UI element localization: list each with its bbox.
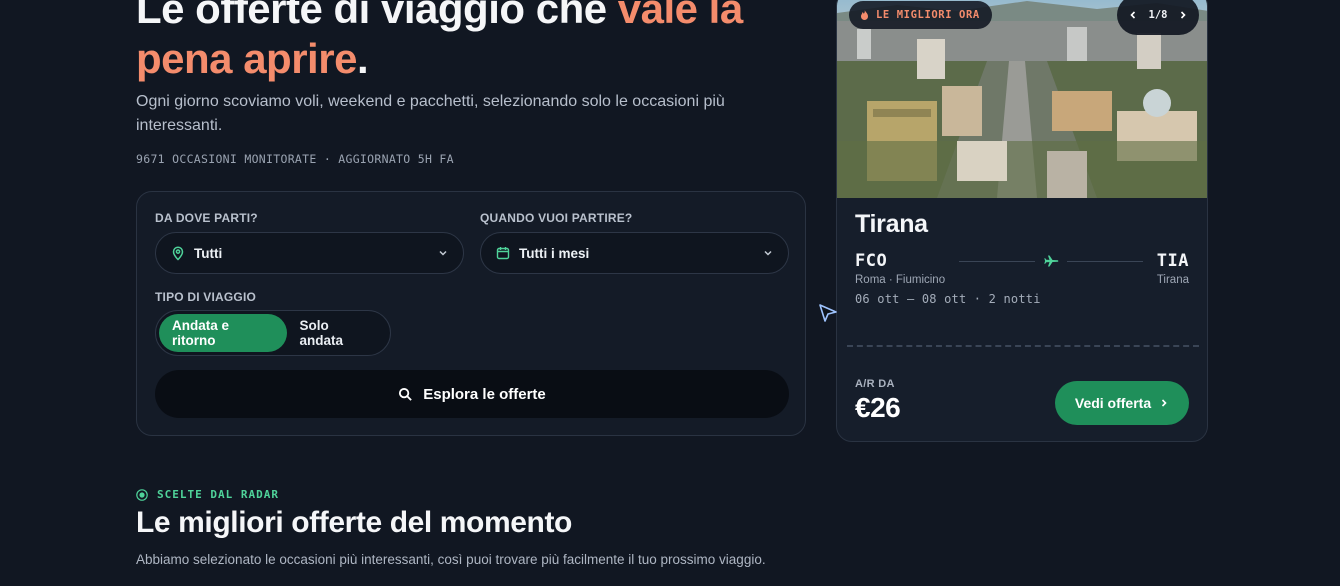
flame-icon [859,9,870,21]
when-select[interactable]: Tutti i mesi [480,232,789,274]
chevron-down-icon [762,247,774,259]
explore-button[interactable]: Esplora le offerte [155,370,789,418]
trip-type-toggle: Andata e ritorno Solo andata [155,310,391,356]
deal-card[interactable]: LE MIGLIORI ORA 1/8 Tirana FCO Roma · Fi… [836,0,1208,442]
card-divider [847,345,1199,347]
badge-label: LE MIGLIORI ORA [876,9,980,21]
from-select[interactable]: Tutti [155,232,464,274]
chevron-left-icon[interactable] [1127,9,1139,21]
section-title: Le migliori offerte del momento [136,506,572,539]
hero-title-end: . [356,35,369,82]
location-pin-icon [170,245,186,261]
pager-count: 1/8 [1148,9,1168,21]
chevron-right-icon [1159,398,1169,408]
when-label: QUANDO VUOI PARTIRE? [480,211,633,225]
destination-code: TIA [1156,251,1189,271]
radar-eyebrow: SCELTE DAL RADAR [136,488,279,501]
trip-type-label: TIPO DI VIAGGIO [155,290,257,304]
view-offer-button[interactable]: Vedi offerta [1055,381,1189,425]
trip-option-oneway[interactable]: Solo andata [287,314,387,352]
search-panel: DA DOVE PARTI? Tutti QUANDO VUOI PARTIRE… [136,191,806,436]
hero-title-main: Le offerte di viaggio che [136,0,618,32]
calendar-icon [495,245,511,261]
trip-option-round[interactable]: Andata e ritorno [159,314,287,352]
monitor-meta: 9671 OCCASIONI MONITORATE · AGGIORNATO 5… [136,152,454,166]
plane-icon [1043,253,1059,269]
from-value: Tutti [194,245,223,261]
view-offer-label: Vedi offerta [1074,395,1152,411]
card-pager: 1/8 [1117,0,1199,35]
price-value: €26 [855,392,901,423]
price-label: A/R DA [855,378,895,390]
travel-dates: 06 ott – 08 ott · 2 notti [855,292,1041,306]
top-deals-badge: LE MIGLIORI ORA [849,1,992,29]
section-subtitle: Abbiamo selezionato le occasioni più int… [136,552,766,567]
mouse-cursor-icon [819,304,837,322]
search-icon [398,387,413,402]
chevron-down-icon [437,247,449,259]
from-label: DA DOVE PARTI? [155,211,258,225]
origin-airport: Roma · Fiumicino [855,274,946,286]
radar-label: SCELTE DAL RADAR [157,488,279,501]
when-value: Tutti i mesi [519,245,590,261]
origin-code: FCO [855,251,888,271]
hero-subtitle: Ogni giorno scoviamo voli, weekend e pac… [136,93,725,134]
chevron-right-icon[interactable] [1177,9,1189,21]
destination-airport: Tirana [1156,274,1189,286]
route-line-right [1067,261,1143,262]
explore-button-label: Esplora le offerte [423,385,546,403]
destination-city: Tirana [855,210,928,238]
route-line-left [959,261,1035,262]
radar-dot-icon [136,488,148,501]
hero-title: Le offerte di viaggio che vale la pena a… [136,0,816,84]
